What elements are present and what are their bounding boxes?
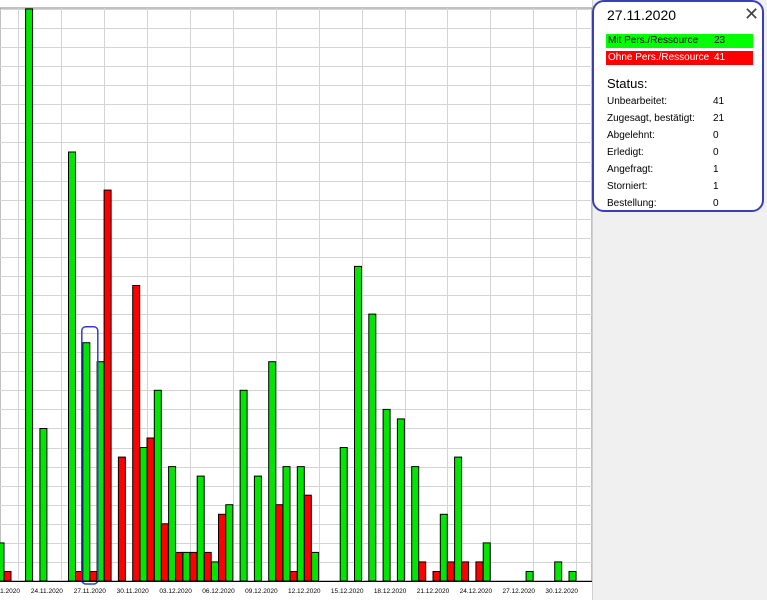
bar-ohne-ressource <box>475 561 484 582</box>
status-label: Abgelehnt: <box>607 130 655 141</box>
bar-ohne-ressource <box>275 504 284 582</box>
bar-mit-ressource <box>182 551 191 582</box>
x-tick-label: 06.12.2020 <box>202 588 235 595</box>
x-tick-label: 18.12.2020 <box>374 588 407 595</box>
bar-mit-ressource <box>253 475 262 582</box>
bar-ohne-ressource <box>203 551 212 582</box>
x-tick-label: 15.12.2020 <box>331 588 364 595</box>
x-tick-label: 30.11.2020 <box>117 588 149 595</box>
bar-ohne-ressource <box>89 571 98 582</box>
legend-label: Ohne Pers./Ressource <box>608 52 710 63</box>
status-value: 0 <box>713 147 719 158</box>
status-label: Erledigt: <box>607 147 644 158</box>
status-value: 0 <box>713 198 719 209</box>
bar-ohne-ressource <box>432 571 441 582</box>
status-row: Zugesagt, bestätigt: 21 <box>607 112 747 126</box>
bar-mit-ressource <box>339 447 348 582</box>
legend-ohne-ressource: Ohne Pers./Ressource 41 <box>606 51 753 65</box>
bar-ohne-ressource <box>218 513 226 582</box>
bar-mit-ressource <box>282 466 291 582</box>
bar-ohne-ressource <box>418 561 427 582</box>
status-label: Unbearbeitet: <box>607 96 668 107</box>
tooltip-date: 27.11.2020 <box>607 7 677 23</box>
x-tick-label: 09.12.2020 <box>245 588 278 595</box>
bar-ohne-ressource <box>146 437 155 582</box>
status-label: Angefragt: <box>607 164 654 175</box>
bar-mit-ressource <box>525 571 534 582</box>
x-tick-label: 03.12.2020 <box>159 588 192 595</box>
bar-ohne-ressource <box>132 285 141 582</box>
bar-ohne-ressource <box>189 551 198 582</box>
bar-ohne-ressource <box>175 551 184 582</box>
x-tick-label: 21.11.2020 <box>0 588 20 595</box>
bar-ohne-ressource <box>289 571 298 582</box>
status-heading: Status: <box>607 76 648 91</box>
bar-ohne-ressource <box>3 571 12 582</box>
legend-mit-ressource: Mit Pers./Ressource 23 <box>606 34 753 48</box>
x-tick-label: 24.11.2020 <box>31 588 63 595</box>
bar-chart: 21.11.2020 24.11.2020 27.11.2020 30.11.2020… <box>0 7 593 595</box>
bar-mit-ressource <box>25 8 34 582</box>
status-row: Erledigt: 0 <box>607 146 747 160</box>
status-row: Storniert: 1 <box>607 180 747 194</box>
bar-ohne-ressource <box>160 523 169 582</box>
x-tick-label: 27.11.2020 <box>74 588 106 595</box>
bar-mit-ressource <box>454 456 463 582</box>
bar-mit-ressource <box>225 504 234 582</box>
bar-mit-ressource <box>168 466 177 582</box>
bar-mit-ressource <box>554 561 563 582</box>
legend-value: 41 <box>714 52 726 63</box>
x-tick-label: 21.12.2020 <box>417 588 450 595</box>
bar-mit-ressource <box>68 151 76 582</box>
status-row: Angefragt: 1 <box>607 163 747 177</box>
bar-ohne-ressource <box>103 189 112 582</box>
status-value: 21 <box>713 113 725 124</box>
status-label: Storniert: <box>607 181 648 192</box>
status-value: 0 <box>713 130 719 141</box>
bar-mit-ressource <box>396 418 405 582</box>
x-tick-label: 27.12.2020 <box>503 588 536 595</box>
legend-label: Mit Pers./Ressource <box>608 35 699 46</box>
x-tick-label: 12.12.2020 <box>288 588 321 595</box>
status-value: 41 <box>713 96 725 107</box>
bar-mit-ressource <box>368 313 377 582</box>
bar-ohne-ressource <box>117 456 126 582</box>
bar-mit-ressource <box>354 265 362 582</box>
tooltip-panel: 27.11.2020 ✕ Mit Pers./Ressource 23 Ohne… <box>592 0 764 212</box>
bar-mit-ressource <box>411 466 420 582</box>
bar-mit-ressource <box>153 389 162 582</box>
bar-mit-ressource <box>82 342 91 582</box>
bar-mit-ressource <box>296 466 305 582</box>
bar-mit-ressource <box>439 513 448 582</box>
bar-mit-ressource <box>568 571 577 582</box>
bar-mit-ressource <box>139 447 148 582</box>
bar-mit-ressource <box>239 389 248 582</box>
bar-mit-ressource <box>196 475 205 582</box>
bar-mit-ressource <box>482 542 491 582</box>
bar-mit-ressource <box>268 361 277 582</box>
status-row: Bestellung: 0 <box>607 197 747 211</box>
bar-mit-ressource <box>39 428 48 582</box>
bar-mit-ressource <box>311 551 320 582</box>
status-value: 1 <box>713 164 719 175</box>
chart-area: 21.11.2020 24.11.2020 27.11.2020 30.11.2020… <box>0 0 595 600</box>
bar-ohne-ressource <box>446 561 455 582</box>
bar-ohne-ressource <box>461 561 470 582</box>
status-row: Abgelehnt: 0 <box>607 129 747 143</box>
bar-mit-ressource <box>211 561 219 582</box>
close-icon[interactable]: ✕ <box>744 4 759 25</box>
status-row: Unbearbeitet: 41 <box>607 95 747 109</box>
x-tick-label: 24.12.2020 <box>460 588 493 595</box>
x-tick-label: 30.12.2020 <box>545 588 578 595</box>
status-label: Bestellung: <box>607 198 657 209</box>
status-value: 1 <box>713 181 719 192</box>
legend-value: 23 <box>714 35 726 46</box>
bar-mit-ressource <box>0 542 5 582</box>
bar-mit-ressource <box>382 408 391 582</box>
status-label: Zugesagt, bestätigt: <box>607 113 695 124</box>
bar-ohne-ressource <box>303 494 312 582</box>
